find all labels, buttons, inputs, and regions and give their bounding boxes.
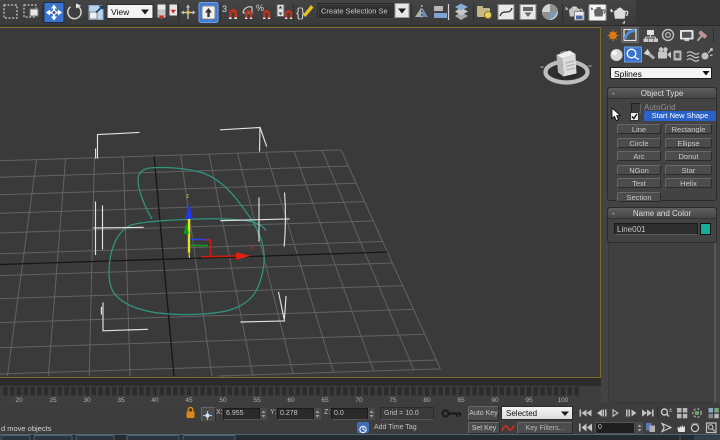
svg-text:70: 70 — [355, 397, 363, 404]
svg-text:x: x — [250, 246, 253, 252]
svg-text:55: 55 — [253, 397, 261, 404]
svg-text:%: % — [256, 3, 264, 13]
svg-text:50: 50 — [219, 397, 227, 404]
svg-text:20: 20 — [15, 397, 23, 404]
svg-text:95: 95 — [525, 397, 533, 404]
svg-text:Create Selection Se: Create Selection Se — [321, 7, 388, 16]
svg-text:45: 45 — [185, 397, 193, 404]
svg-text:75: 75 — [389, 397, 397, 404]
svg-text:{}: {} — [296, 5, 305, 20]
svg-text:3: 3 — [222, 4, 227, 14]
svg-text:±: ± — [669, 408, 673, 414]
svg-text:30: 30 — [83, 397, 91, 404]
svg-text:z: z — [186, 194, 189, 200]
svg-text:65: 65 — [321, 397, 329, 404]
svg-text:80: 80 — [423, 397, 431, 404]
svg-text:35: 35 — [117, 397, 125, 404]
svg-text:60: 60 — [287, 397, 295, 404]
svg-text:View: View — [111, 7, 130, 17]
svg-text:40: 40 — [151, 397, 159, 404]
svg-text:90: 90 — [491, 397, 499, 404]
svg-text:85: 85 — [457, 397, 465, 404]
svg-text:100: 100 — [558, 397, 569, 404]
svg-text:25: 25 — [49, 397, 57, 404]
